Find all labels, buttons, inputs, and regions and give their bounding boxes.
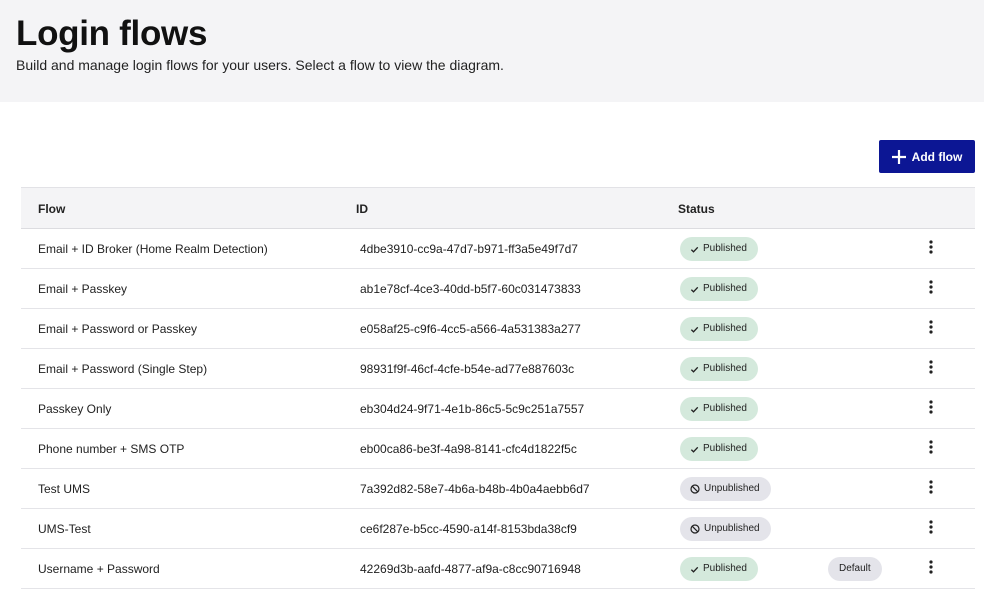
row-menu-button[interactable] [919,557,943,581]
row-menu-button[interactable] [919,517,943,541]
check-icon [690,565,699,574]
table-row[interactable]: UMS-Test ce6f287e-b5cc-4590-a14f-8153bda3… [21,509,975,549]
status-cell: Published [680,557,758,581]
more-vertical-icon [929,519,933,539]
flow-name: Email + Password or Passkey [38,322,198,336]
status-label: Published [703,403,747,414]
row-menu-button[interactable] [919,397,943,421]
table-row[interactable]: Email + Passkey ab1e78cf-4ce3-40dd-b5f7-6… [21,269,975,309]
status-cell: Published [680,277,758,301]
status-badge: Published [680,317,758,341]
table-row[interactable]: Username + Password 42269d3b-aafd-4877-af… [21,549,975,589]
column-header-flow: Flow [38,202,66,216]
more-vertical-icon [929,279,933,299]
status-label: Published [703,283,747,294]
status-badge: Published [680,277,758,301]
status-badge: Published [680,397,758,421]
row-menu-button[interactable] [919,437,943,461]
check-icon [690,405,699,414]
row-menu-button[interactable] [919,357,943,381]
flow-id: eb304d24-9f71-4e1b-86c5-5c9c251a7557 [360,402,585,416]
flow-name: UMS-Test [38,522,91,536]
table-row[interactable]: Phone number + SMS OTP eb00ca86-be3f-4a98… [21,429,975,469]
flow-id: 4dbe3910-cc9a-47d7-b971-ff3a5e49f7d7 [360,242,578,256]
column-header-status: Status [678,202,715,216]
row-menu-button[interactable] [919,277,943,301]
flow-name: Email + ID Broker (Home Realm Detection) [38,242,268,256]
flow-id: ce6f287e-b5cc-4590-a14f-8153bda38cf9 [360,522,577,536]
more-vertical-icon [929,479,933,499]
status-label: Published [703,323,747,334]
more-vertical-icon [929,359,933,379]
table-row[interactable]: Test UMS 7a392d82-58e7-4b6a-b48b-4b0a4aeb… [21,469,975,509]
status-label: Published [703,243,747,254]
flow-id: eb00ca86-be3f-4a98-8141-cfc4d1822f5c [360,442,577,456]
status-badge: Unpublished [680,517,771,541]
status-label: Published [703,563,747,574]
status-cell: Published [680,397,758,421]
row-menu-button[interactable] [919,237,943,261]
default-badge: Default [828,557,882,581]
page-subtitle: Build and manage login flows for your us… [16,57,504,73]
more-vertical-icon [929,399,933,419]
status-cell: Published [680,317,758,341]
check-icon [690,285,699,294]
check-icon [690,325,699,334]
status-label: Published [703,443,747,454]
flows-table: Flow ID Status Email + ID Broker (Home R… [21,187,975,589]
flow-name: Test UMS [38,482,91,496]
flow-name: Passkey Only [38,402,112,416]
add-flow-button[interactable]: Add flow [879,140,975,173]
flow-name: Email + Password (Single Step) [38,362,208,376]
status-label: Unpublished [704,483,760,494]
status-badge: Published [680,557,758,581]
column-header-id: ID [356,202,368,216]
table-row[interactable]: Email + ID Broker (Home Realm Detection)… [21,229,975,269]
flow-name: Username + Password [38,562,160,576]
page-header: Login flows Build and manage login flows… [0,0,984,102]
flow-id: 7a392d82-58e7-4b6a-b48b-4b0a4aebb6d7 [360,482,590,496]
status-cell: Published [680,237,758,261]
status-badge: Unpublished [680,477,771,501]
status-badge: Published [680,357,758,381]
flow-name: Phone number + SMS OTP [38,442,185,456]
flow-id: 98931f9f-46cf-4cfe-b54e-ad77e887603c [360,362,575,376]
more-vertical-icon [929,559,933,579]
status-badge: Published [680,237,758,261]
flow-id: ab1e78cf-4ce3-40dd-b5f7-60c031473833 [360,282,581,296]
add-flow-label: Add flow [911,149,963,164]
check-icon [690,245,699,254]
check-icon [690,445,699,454]
status-cell: Published [680,437,758,461]
status-cell: Published [680,357,758,381]
more-vertical-icon [929,319,933,339]
more-vertical-icon [929,439,933,459]
table-row[interactable]: Email + Password (Single Step) 98931f9f-4… [21,349,975,389]
flow-name: Email + Passkey [38,282,128,296]
flow-id: 42269d3b-aafd-4877-af9a-c8cc90716948 [360,562,581,576]
status-cell: Unpublished [680,477,771,501]
page-title: Login flows [16,14,208,53]
status-label: Published [703,363,747,374]
block-icon [690,524,700,534]
row-menu-button[interactable] [919,477,943,501]
status-cell: Unpublished [680,517,771,541]
table-row[interactable]: Email + Password or Passkey e058af25-c9f6… [21,309,975,349]
row-menu-button[interactable] [919,317,943,341]
table-header: Flow ID Status [21,187,975,229]
table-body: Email + ID Broker (Home Realm Detection)… [21,229,975,589]
check-icon [690,365,699,374]
table-row[interactable]: Passkey Only eb304d24-9f71-4e1b-86c5-5c9c… [21,389,975,429]
status-badge: Published [680,437,758,461]
flow-id: e058af25-c9f6-4cc5-a566-4a531383a277 [360,322,581,336]
status-label: Unpublished [704,523,760,534]
block-icon [690,484,700,494]
more-vertical-icon [929,239,933,259]
plus-icon [891,149,906,164]
